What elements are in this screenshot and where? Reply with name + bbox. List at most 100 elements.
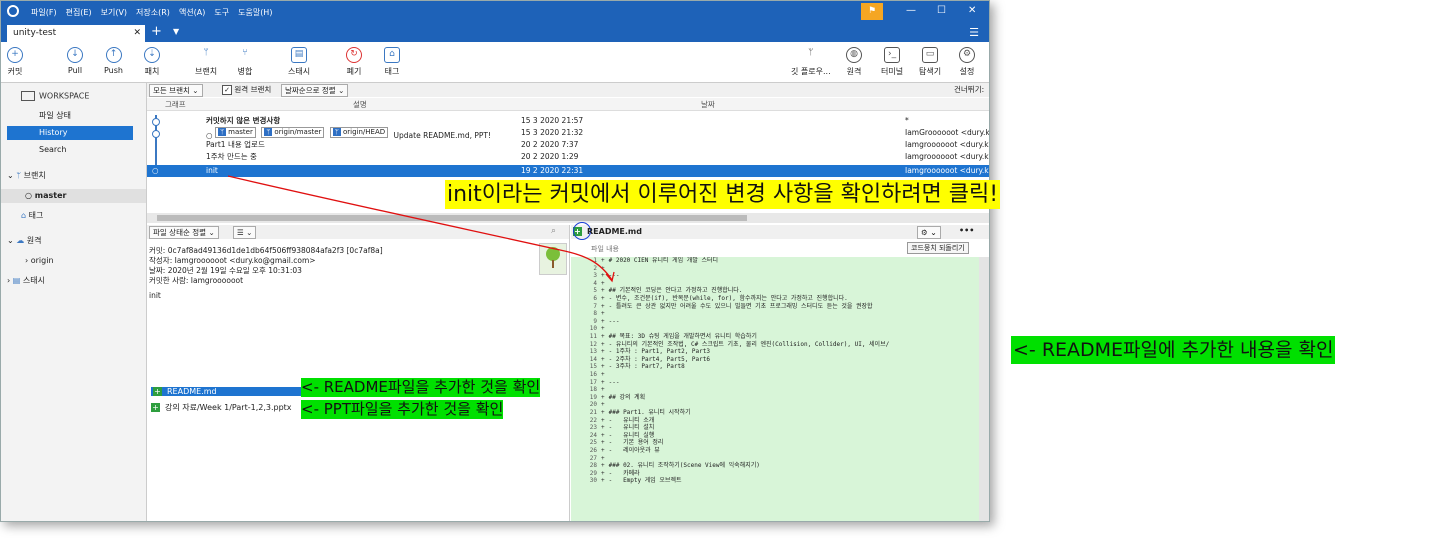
title-bar: 파일(F) 편집(E) 보기(V) 저장소(R) 액션(A) 도구 도움말(H)…: [1, 1, 989, 23]
fetch-button[interactable]: ⇣ 패치: [144, 47, 160, 77]
pull-button[interactable]: ↓ Pull: [67, 47, 83, 75]
flag-icon[interactable]: ⚑: [861, 3, 883, 20]
hamburger-menu-icon[interactable]: ☰: [969, 26, 979, 39]
diff-line: 30 + - Empty 게임 오브젝트: [571, 477, 979, 485]
sidebar: WORKSPACE 파일 상태 History Search ⌄ ᛘ 브랜치 ○…: [1, 83, 147, 521]
sidebar-item-origin[interactable]: › origin: [1, 254, 146, 268]
tab-close-icon[interactable]: ✕: [133, 25, 141, 42]
sidebar-item-file-status[interactable]: 파일 상태: [1, 109, 146, 123]
revert-hunk-button[interactable]: 코드뭉치 되돌리기: [907, 242, 969, 254]
remote-branches-checkbox[interactable]: ✓ 원격 브랜치: [219, 84, 274, 95]
tag-button[interactable]: ⌂ 태그: [384, 47, 400, 77]
file-sort-dropdown[interactable]: 파일 상태순 정렬 ⌄: [149, 226, 219, 239]
gitflow-button[interactable]: ᛘ 깃 플로우...: [791, 47, 831, 77]
commit-description: init: [206, 166, 218, 175]
commit-row[interactable]: ○ ᛘ master ᛘ origin/master ᛘ origin/HEAD Up…: [147, 127, 989, 140]
added-marker: +: [601, 431, 605, 439]
commit-row[interactable]: 1주차 만드는 중 20 2 2020 1:29 Iamgroooooot <d…: [147, 151, 989, 163]
push-button[interactable]: ↑ Push: [104, 47, 123, 75]
horizontal-scrollbar[interactable]: [147, 213, 989, 223]
new-tab-icon[interactable]: +: [151, 24, 162, 39]
sidebar-stash-header[interactable]: › ▤ 스태시: [1, 274, 146, 288]
line-content: ---: [608, 317, 620, 325]
terminal-button[interactable]: ›_ 터미널: [881, 47, 903, 77]
diff-options-dropdown[interactable]: ⚙ ⌄: [917, 226, 941, 239]
avatar: [539, 243, 567, 275]
diff-line: 8 +: [571, 310, 979, 318]
menu-file[interactable]: 파일(F): [31, 7, 57, 18]
menu-help[interactable]: 도움말(H): [238, 7, 272, 18]
branch-button[interactable]: ᛘ 브랜치: [195, 47, 217, 77]
remote-button[interactable]: ◍ 원격: [846, 47, 862, 77]
explorer-button[interactable]: ▭ 탐색기: [919, 47, 941, 77]
line-number: 13: [589, 348, 597, 356]
stash-button[interactable]: ▤ 스태시: [288, 47, 310, 77]
line-number: 3: [593, 272, 597, 280]
all-branches-dropdown[interactable]: 모든 브랜치 ⌄: [149, 84, 203, 97]
commit-row-init-selected[interactable]: ○ init 19 2 2020 22:31 Iamgroooooot <dur…: [147, 165, 989, 177]
sidebar-item-history[interactable]: History: [7, 126, 133, 140]
column-date[interactable]: 날짜: [701, 99, 715, 110]
line-number: 15: [589, 363, 597, 371]
column-graph[interactable]: 그래프: [165, 99, 186, 110]
commit-row-uncommitted[interactable]: 커밋하지 않은 변경사항 15 3 2020 21:57 *: [147, 115, 989, 127]
commit-node-icon: [152, 118, 160, 126]
tag-icon: ⌂: [21, 211, 29, 220]
line-number: 18: [589, 386, 597, 394]
sort-dropdown[interactable]: 날짜순으로 정렬 ⌄: [281, 84, 349, 97]
menu-tools[interactable]: 도구: [214, 7, 229, 18]
chevron-down-icon: ⌄: [930, 228, 937, 237]
sidebar-remotes-header[interactable]: ⌄ ☁ 원격: [1, 234, 146, 248]
commit-row[interactable]: Part1 내용 업로드 20 2 2020 7:37 Iamgroooooot…: [147, 139, 989, 151]
line-content: ---: [608, 378, 620, 386]
commit-author: Iamgroooooot <dury.k: [905, 166, 989, 175]
menu-edit[interactable]: 편집(E): [66, 7, 92, 18]
scrollbar-thumb[interactable]: [157, 215, 747, 221]
added-marker: +: [601, 302, 605, 310]
sidebar-branches-header[interactable]: ⌄ ᛘ 브랜치: [1, 169, 146, 183]
diff-line: 1 + # 2020 CIEN 유니티 게임 개발 스터디: [571, 257, 979, 265]
tree-icon: [546, 247, 560, 261]
tree-trunk: [552, 260, 554, 268]
menu-view[interactable]: 보기(V): [101, 7, 127, 18]
diff-line: 7 + - 틀려도 큰 상관 없지만 어려울 수도 있으니 빌들면 기초 프로그래밍…: [571, 303, 979, 311]
tab-unity-test[interactable]: unity-test ✕: [7, 25, 145, 42]
diff-line: 11 + ## 목표: 3D 슈팅 게임을 개발하면서 유니티 학습하기: [571, 333, 979, 341]
sidebar-item-master[interactable]: ○ master: [1, 189, 146, 203]
minimize-icon[interactable]: —: [906, 5, 916, 16]
details-header: 파일 상태순 정렬 ⌄ ☰ ⌄ ⌕: [147, 225, 569, 239]
commit-button[interactable]: + 커밋: [7, 47, 23, 77]
settings-button[interactable]: ⚙ 설정: [959, 47, 975, 77]
search-icon[interactable]: ⌕: [551, 226, 556, 236]
maximize-icon[interactable]: ☐: [937, 5, 946, 16]
added-marker: +: [601, 257, 605, 264]
terminal-label: 터미널: [881, 67, 904, 76]
chevron-down-icon: ⌄: [7, 171, 17, 180]
jump-to-label: 건너뛰기:: [954, 85, 985, 94]
annotation-readme-content: <- README파일에 추가한 내용을 확인: [1011, 336, 1336, 364]
chevron-down-icon: ⌄: [7, 236, 17, 245]
sidebar-tags-header[interactable]: ⌂ 태그: [1, 209, 146, 223]
column-description[interactable]: 설명: [353, 99, 367, 110]
sort-label: 날짜순으로 정렬: [285, 86, 336, 95]
view-mode-dropdown[interactable]: ☰ ⌄: [233, 226, 257, 239]
menu-actions[interactable]: 액션(A): [179, 7, 205, 18]
file-item-readme-selected[interactable]: + README.md: [151, 387, 303, 396]
close-icon[interactable]: ✕: [968, 5, 976, 16]
file-item-pptx[interactable]: + 강의 자료/Week 1/Part-1,2,3.pptx: [151, 402, 292, 413]
added-marker: +: [601, 469, 605, 477]
more-options-icon[interactable]: •••: [959, 226, 974, 235]
menu-repository[interactable]: 저장소(R): [136, 7, 170, 18]
added-marker: +: [601, 371, 605, 378]
merge-button[interactable]: ⑂ 병합: [237, 47, 253, 77]
sidebar-item-search[interactable]: Search: [1, 143, 146, 157]
file-sort-label: 파일 상태순 정렬: [153, 228, 207, 237]
discard-button[interactable]: ↻ 폐기: [346, 47, 362, 77]
monitor-icon: [21, 91, 35, 101]
file-name: README.md: [167, 387, 217, 396]
chevron-down-icon[interactable]: ▼: [173, 27, 179, 36]
vertical-scrollbar[interactable]: [979, 257, 989, 521]
line-number: 25: [589, 439, 597, 447]
added-marker: +: [601, 272, 605, 280]
remotes-label: 원격: [26, 236, 42, 245]
